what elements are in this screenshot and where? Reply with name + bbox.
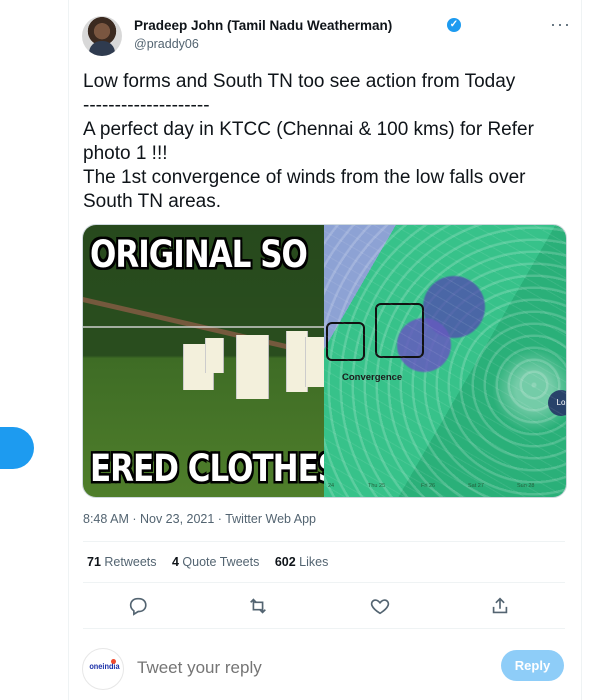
retweets-label: Retweets	[104, 555, 157, 569]
reply-icon-svg	[129, 597, 147, 616]
map-time-label: 24	[328, 483, 335, 489]
reply-user-avatar[interactable]: oneindia	[82, 648, 124, 690]
author-display-name[interactable]: Pradeep John (Tamil Nadu Weatherman)	[134, 18, 392, 33]
map-timeline: 24 Thu 25 Fri 26 Sat 27 Sun 28	[328, 483, 564, 493]
retweet-icon-svg	[250, 598, 266, 614]
tweet-line: A perfect day in KTCC (Chennai & 100 kms…	[83, 119, 540, 164]
tweet-line: Low forms and South TN too see action fr…	[83, 71, 516, 92]
quote-tweets-count-link[interactable]: 4 Quote Tweets	[172, 555, 259, 569]
divider	[83, 541, 565, 542]
map-time-label: Thu 25	[368, 483, 386, 489]
quote-tweets-label: Quote Tweets	[182, 555, 260, 569]
share-icon[interactable]	[489, 595, 511, 617]
tweet-stats: 71 Retweets 4 Quote Tweets 602 Likes	[87, 555, 340, 569]
reply-button[interactable]: Reply	[501, 650, 564, 681]
clothes-image-part	[236, 335, 269, 399]
meme-photo[interactable]: ORIGINAL SO ERED CLOTHES D	[83, 225, 375, 497]
reply-input[interactable]	[135, 653, 439, 683]
tweet-line: --------------------	[83, 95, 210, 116]
likes-count-link[interactable]: 602 Likes	[275, 555, 329, 569]
meme-caption-top: ORIGINAL SO	[90, 233, 308, 277]
author-avatar[interactable]	[82, 16, 122, 56]
meme-caption-bottom: ERED CLOTHES D	[90, 447, 375, 491]
tweet-actions	[127, 595, 547, 617]
share-icon-svg	[492, 597, 508, 614]
verified-icon: ✓	[447, 18, 461, 32]
divider	[83, 628, 565, 629]
tweet-line: The 1st convergence of winds from the lo…	[83, 167, 531, 212]
likes-label: Likes	[299, 555, 329, 569]
author-handle[interactable]: @praddy06	[134, 37, 199, 51]
convergence-label: Convergence	[342, 372, 403, 383]
tweet-card: Pradeep John (Tamil Nadu Weatherman) ✓ @…	[68, 0, 582, 700]
quote-tweets-count: 4	[171, 555, 179, 569]
reply-icon[interactable]	[127, 595, 149, 617]
tweet-timestamp[interactable]: 8:48 AM · Nov 23, 2021 · Twitter Web App	[83, 512, 316, 526]
tweet-text: Low forms and South TN too see action fr…	[83, 70, 568, 214]
tweet-media[interactable]: ORIGINAL SO ERED CLOTHES D Convergence 2…	[82, 224, 567, 498]
map-time-label: Sat 27	[468, 483, 484, 489]
map-time-label: Sun 28	[517, 483, 535, 489]
map-time-label: Fri 26	[421, 483, 436, 489]
retweets-count: 71	[87, 555, 101, 569]
more-options-icon[interactable]: ···	[550, 14, 571, 35]
clothes-image-part	[305, 337, 326, 387]
divider	[83, 582, 565, 583]
like-icon[interactable]	[369, 595, 391, 617]
likes-count: 602	[274, 555, 296, 569]
retweets-count-link[interactable]: 71 Retweets	[87, 555, 157, 569]
low-pressure-label: Lo	[548, 390, 566, 416]
clothes-image-part	[205, 338, 224, 373]
wind-map-photo[interactable]: Convergence 24 Thu 25 Fri 26 Sat 27 Sun …	[324, 225, 566, 497]
reply-avatar-logo-dot	[111, 659, 116, 664]
convergence-highlight-box	[326, 322, 365, 361]
like-icon-svg	[370, 599, 390, 615]
retweet-icon[interactable]	[247, 595, 269, 617]
background-blue-button	[0, 427, 34, 469]
convergence-highlight-box	[375, 303, 424, 358]
